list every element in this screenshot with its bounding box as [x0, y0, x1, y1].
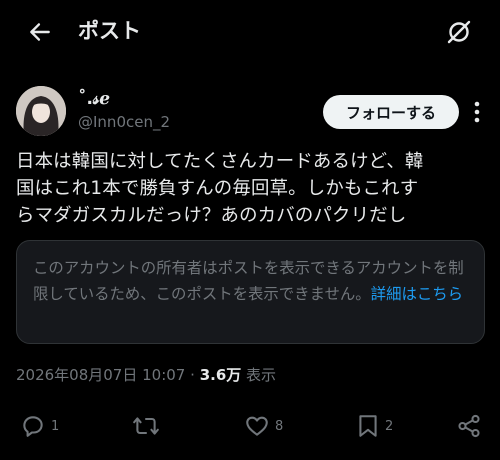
unavailable-quote-notice: このアカウントの所有者はポストを表示できるアカウントを制限しているため、このポス…	[16, 240, 485, 344]
repost-button[interactable]	[132, 413, 165, 439]
reply-button[interactable]: 1	[20, 413, 59, 439]
bookmark-count: 2	[385, 418, 394, 434]
author-row: ˚.𝓈ℯ @Inn0cen_2 フォローする	[16, 86, 486, 138]
display-name[interactable]: ˚.𝓈ℯ	[78, 89, 110, 109]
bookmark-button[interactable]: 2	[356, 413, 393, 439]
arrow-left-icon	[27, 19, 53, 45]
top-bar: ポスト	[0, 0, 500, 62]
share-button[interactable]	[456, 413, 482, 439]
views-label: 表示	[246, 366, 277, 384]
repost-icon	[132, 413, 160, 439]
like-count: 8	[275, 418, 284, 434]
back-button[interactable]	[22, 14, 58, 50]
reply-count: 1	[51, 418, 60, 434]
post-meta: 2026年08月07日 10:07 · 3.6万 表示	[16, 364, 276, 385]
post-text-line: らマダガスカルだっけ？あのカバのパクリだし	[16, 205, 407, 226]
grok-button[interactable]	[440, 13, 478, 51]
post-text-line: 国はこれ1本で勝負すんの毎回草。しかもこれす	[16, 178, 419, 199]
heart-icon	[244, 413, 270, 439]
handle[interactable]: @Inn0cen_2	[78, 113, 170, 131]
share-icon	[456, 413, 482, 439]
more-vertical-icon	[474, 101, 480, 123]
grok-icon	[445, 18, 473, 46]
learn-more-link[interactable]: 詳細はこちら	[371, 285, 463, 303]
meta-separator: ·	[190, 366, 195, 384]
post-text: 日本は韓国に対してたくさんカードあるけど、韓 国はこれ1本で勝負すんの毎回草。し…	[16, 148, 491, 229]
views-count: 3.6万	[199, 366, 242, 384]
more-button[interactable]	[466, 97, 488, 127]
post-text-line: 日本は韓国に対してたくさんカードあるけど、韓	[16, 151, 424, 172]
page-title: ポスト	[78, 19, 141, 43]
follow-button[interactable]: フォローする	[323, 95, 459, 129]
reply-icon	[20, 413, 46, 439]
action-bar: 1 8 2	[0, 405, 500, 449]
bookmark-icon	[356, 413, 380, 439]
like-button[interactable]: 8	[244, 413, 283, 439]
avatar-image	[16, 86, 66, 136]
timestamp[interactable]: 2026年08月07日 10:07	[16, 366, 185, 384]
avatar[interactable]	[16, 86, 66, 136]
